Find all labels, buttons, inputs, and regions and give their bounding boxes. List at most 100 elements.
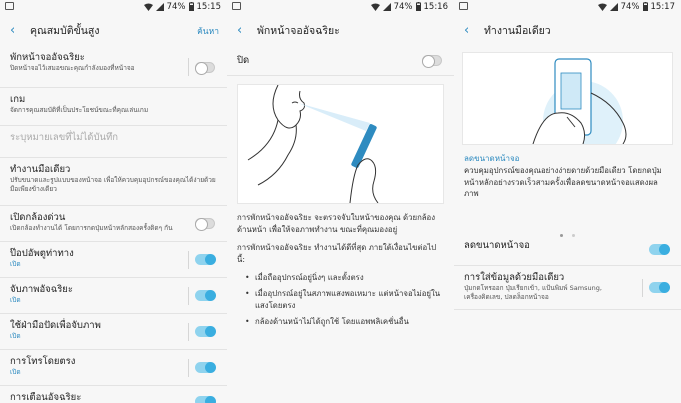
battery-percent: 74% (393, 2, 413, 12)
back-arrow-icon[interactable]: ‹ (10, 23, 26, 38)
item-title: ลดขนาดหน้าจอ (464, 239, 530, 251)
divider (188, 251, 189, 269)
back-arrow-icon[interactable]: ‹ (464, 23, 480, 38)
battery-icon (415, 2, 421, 12)
battery-percent: 74% (166, 2, 186, 12)
status-bar: 74% 15:17 (454, 0, 681, 14)
conditions-list: เมื่อถืออุปกรณ์อยู่นิ่งๆ และตั้งตรง เมื่… (237, 272, 444, 328)
item-status: เปิด (10, 332, 21, 340)
settings-item-quick-camera[interactable]: เปิดกล้องด่วน เปิดกล้องทำงานได้ โดยการกด… (0, 206, 227, 242)
item-subtitle: ปุ่มกดโทรออก ปุ่มเรียกเข้า, แป้นพิมพ์ Sa… (464, 283, 602, 301)
description-paragraph: การพักหน้าจออัจฉริยะ จะตรวจจับใบหน้าของค… (237, 213, 436, 234)
hand-phone-drawing (532, 58, 627, 161)
item-title: เกม (10, 94, 26, 105)
page-indicator[interactable] (454, 222, 681, 237)
item-title: ระบุหมายเลขที่ไม่ได้บันทึก (10, 132, 119, 143)
wifi-icon (143, 2, 153, 12)
popup-gesture-toggle[interactable] (195, 254, 216, 265)
item-subtitle: ปรับขนาดและรูปแบบของหน้าจอ เพื่อให้ควบคุ… (10, 176, 216, 193)
settings-item-smart-alert[interactable]: การเตือนอัจฉริยะ (0, 386, 227, 403)
item-status: เปิด (10, 260, 21, 268)
status-bar: 74% 15:16 (227, 0, 454, 14)
settings-item-direct-call[interactable]: การโทรโดยตรง เปิด (0, 350, 227, 386)
smart-stay-master-toggle[interactable] (422, 55, 442, 68)
item-title: เปิดกล้องด่วน (10, 212, 66, 223)
item-subtitle: จัดการคุณสมบัติที่เป็นประโยชน์ขณะที่คุณเ… (10, 106, 149, 114)
divider (188, 359, 189, 377)
smart-alert-toggle[interactable] (195, 396, 216, 403)
clock: 15:17 (650, 2, 676, 12)
caption-description: ควบคุมอุปกรณ์ของคุณอย่างง่ายดายด้วยมือเด… (464, 166, 662, 198)
settings-item-reduce-screen[interactable]: ลดขนาดหน้าจอ (454, 234, 681, 266)
wifi-icon (597, 2, 607, 12)
gallery-icon (459, 2, 468, 10)
item-subtitle: ปิดหน้าจอไว้เสมอขณะคุณกำลังมองที่หน้าจอ (10, 64, 135, 72)
back-arrow-icon[interactable]: ‹ (237, 23, 253, 38)
signal-icon (382, 2, 391, 12)
direct-call-toggle[interactable] (195, 362, 216, 373)
item-title: ป๊อปอัพตูท่าทาง (10, 248, 74, 259)
reduce-screen-toggle[interactable] (649, 243, 670, 255)
wifi-icon (370, 2, 380, 12)
item-title: พักหน้าจออัจฉริยะ (10, 52, 85, 63)
page-title: ทำงานมือเดียว (484, 24, 551, 37)
smart-stay-panel: 74% 15:16 ‹ พักหน้าจออัจฉริยะ ปิด การพัก (227, 0, 454, 403)
divider (188, 287, 189, 305)
one-handed-input-toggle[interactable] (649, 281, 670, 293)
smart-stay-illustration (237, 84, 444, 204)
settings-item-smart-stay[interactable]: พักหน้าจออัจฉริยะ ปิดหน้าจอไว้เสมอขณะคุณ… (0, 46, 227, 88)
switch-label: ปิด (237, 55, 250, 66)
master-switch-row[interactable]: ปิด (227, 46, 454, 76)
page-title: คุณสมบัติขั้นสูง (30, 24, 100, 37)
settings-item-smart-capture[interactable]: จับภาพอัจฉริยะ เปิด (0, 278, 227, 314)
divider (188, 323, 189, 341)
item-title: การใส่ข้อมูลด้วยมือเดียว (464, 271, 565, 283)
item-status: เปิด (10, 296, 21, 304)
page-title: พักหน้าจออัจฉริยะ (257, 24, 340, 37)
caption-title: ลดขนาดหน้าจอ (464, 154, 520, 163)
smart-capture-toggle[interactable] (195, 290, 216, 301)
face-phone-drawing (247, 84, 379, 204)
gallery-icon (232, 2, 241, 10)
status-bar: 74% 15:15 (0, 0, 227, 14)
description-conditions: การพักหน้าจออัจฉริยะ ทำงานได้ดีที่สุด ภา… (237, 243, 437, 264)
gallery-icon (5, 2, 14, 10)
item-status: เปิด (10, 368, 21, 376)
header: ‹ ทำงานมือเดียว (454, 14, 681, 46)
one-handed-panel: 74% 15:17 ‹ ทำงานมือเดียว ลดขนาดหน้าจอ ค… (454, 0, 681, 403)
list-item: เมื่อถืออุปกรณ์อยู่นิ่งๆ และตั้งตรง (245, 272, 444, 284)
settings-item-popup-gesture[interactable]: ป๊อปอัพตูท่าทาง เปิด (0, 242, 227, 278)
settings-item-one-handed-input[interactable]: การใส่ข้อมูลด้วยมือเดียว ปุ่มกดโทรออก ปุ… (454, 266, 681, 310)
smart-stay-toggle[interactable] (195, 62, 215, 75)
header: ‹ พักหน้าจออัจฉริยะ (227, 14, 454, 46)
settings-item-unsaved-numbers[interactable]: ระบุหมายเลขที่ไม่ได้บันทึก (0, 126, 227, 158)
signal-icon (155, 2, 164, 12)
item-title: การเตือนอัจฉริยะ (10, 392, 82, 403)
smart-stay-description: การพักหน้าจออัจฉริยะ จะตรวจจับใบหน้าของค… (227, 212, 454, 328)
divider (642, 278, 643, 297)
settings-item-one-handed[interactable]: ทำงานมือเดียว ปรับขนาดและรูปแบบของหน้าจอ… (0, 158, 227, 206)
list-item: กล้องด้านหน้าไม่ได้ถูกใช้ โดยแอพพลิเคชั่… (245, 316, 444, 328)
settings-item-games[interactable]: เกม จัดการคุณสมบัติที่เป็นประโยชน์ขณะที่… (0, 88, 227, 126)
one-handed-illustration[interactable] (462, 52, 673, 161)
quick-camera-toggle[interactable] (195, 218, 215, 231)
settings-item-palm-swipe[interactable]: ใช้ฝ่ามือปัดเพื่อจับภาพ เปิด (0, 314, 227, 350)
item-title: ทำงานมือเดียว (10, 164, 71, 175)
item-title: ใช้ฝ่ามือปัดเพื่อจับภาพ (10, 320, 101, 331)
item-subtitle: เปิดกล้องทำงานได้ โดยการกดปุ่มหน้าหลักสอ… (10, 224, 173, 232)
header: ‹ คุณสมบัติขั้นสูง ค้นหา (0, 14, 227, 46)
battery-percent: 74% (620, 2, 640, 12)
item-title: การโทรโดยตรง (10, 356, 76, 367)
clock: 15:15 (196, 2, 222, 12)
search-button[interactable]: ค้นหา (197, 24, 219, 38)
palm-swipe-toggle[interactable] (195, 326, 216, 337)
clock: 15:16 (423, 2, 449, 12)
battery-icon (188, 2, 194, 12)
advanced-features-panel: 74% 15:15 ‹ คุณสมบัติขั้นสูง ค้นหา พักหน… (0, 0, 227, 403)
list-item: เมื่ออุปกรณ์อยู่ในสภาพแสงพอเหมาะ แต่หน้า… (245, 288, 444, 312)
feature-caption: ลดขนาดหน้าจอ ควบคุมอุปกรณ์ของคุณอย่างง่า… (454, 145, 681, 200)
signal-icon (609, 2, 618, 12)
battery-icon (642, 2, 648, 12)
item-title: จับภาพอัจฉริยะ (10, 284, 73, 295)
divider (188, 58, 189, 76)
